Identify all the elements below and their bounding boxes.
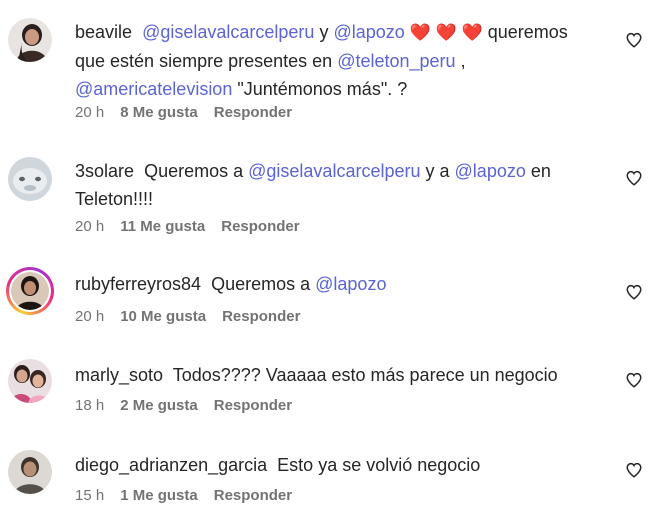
mention-link[interactable]: @giselavalcarcelperu <box>248 161 420 181</box>
comment-body: , <box>460 51 466 71</box>
comment-time[interactable]: 20 h <box>75 104 104 121</box>
mention-link[interactable]: @giselavalcarcelperu <box>142 22 314 42</box>
reply-button[interactable]: Responder <box>214 487 292 504</box>
mention-link[interactable]: @lapozo <box>315 274 386 294</box>
mention-link[interactable]: @lapozo <box>455 161 526 181</box>
comment-text: marly_soto Todos???? Vaaaaa esto más par… <box>75 361 595 389</box>
comment-body: Queremos a <box>211 274 311 294</box>
comment-item: marly_soto Todos???? Vaaaaa esto más par… <box>0 355 650 430</box>
avatar-image <box>8 157 52 201</box>
reply-button[interactable]: Responder <box>214 397 292 414</box>
avatar-image <box>11 272 49 310</box>
mention-link[interactable]: @americatelevision <box>75 79 232 99</box>
comment-body: "Juntémonos más". ? <box>237 79 408 99</box>
comment-body: Esto ya se volvió negocio <box>277 455 481 475</box>
heart-outline-icon[interactable] <box>625 371 643 389</box>
mention-link[interactable]: @lapozo <box>333 22 404 42</box>
comment-item: beavile @giselavalcarcelperu y @lapozo ❤… <box>0 0 650 130</box>
comment-text: diego_adrianzen_garcia Esto ya se volvió… <box>75 451 595 479</box>
avatar[interactable] <box>8 359 52 403</box>
comment-time[interactable]: 20 h <box>75 308 104 325</box>
comment-item: diego_adrianzen_garcia Esto ya se volvió… <box>0 445 650 515</box>
like-count[interactable]: 8 Me gusta <box>120 104 198 121</box>
comment-item: rubyferreyros84 Queremos a @lapozo 20 h … <box>0 265 650 340</box>
comment-username[interactable]: diego_adrianzen_garcia <box>75 455 267 475</box>
like-count[interactable]: 2 Me gusta <box>120 397 198 414</box>
heart-outline-icon[interactable] <box>625 283 643 301</box>
reply-button[interactable]: Responder <box>214 104 292 121</box>
comment-time[interactable]: 18 h <box>75 397 104 414</box>
avatar[interactable] <box>8 157 52 201</box>
mention-link[interactable]: @teleton_peru <box>337 51 455 71</box>
reply-button[interactable]: Responder <box>222 308 300 325</box>
story-ring <box>9 270 51 312</box>
avatar[interactable] <box>6 267 54 315</box>
comment-username[interactable]: marly_soto <box>75 365 163 385</box>
avatar-image <box>8 359 52 403</box>
comment-time[interactable]: 15 h <box>75 487 104 504</box>
avatar[interactable] <box>8 18 52 62</box>
comment-meta: 20 h 10 Me gusta Responder <box>75 308 300 325</box>
comment-username[interactable]: rubyferreyros84 <box>75 274 201 294</box>
comment-time[interactable]: 20 h <box>75 218 104 235</box>
comment-username[interactable]: 3solare <box>75 161 134 181</box>
heart-outline-icon[interactable] <box>625 169 643 187</box>
avatar-image <box>8 450 52 494</box>
like-count[interactable]: 10 Me gusta <box>120 308 206 325</box>
comment-username[interactable]: beavile <box>75 22 132 42</box>
comment-meta: 20 h 8 Me gusta Responder <box>75 104 292 121</box>
avatar[interactable] <box>8 450 52 494</box>
comment-item: 3solare Queremos a @giselavalcarcelperu … <box>0 150 650 250</box>
comment-body: y a <box>425 161 450 181</box>
comment-text: beavile @giselavalcarcelperu y @lapozo ❤… <box>75 18 595 103</box>
heart-outline-icon[interactable] <box>625 31 643 49</box>
heart-emoji-icon: ❤️ ❤️ ❤️ <box>409 23 483 42</box>
comment-meta: 18 h 2 Me gusta Responder <box>75 397 292 414</box>
avatar-image <box>8 18 52 62</box>
comment-body: y <box>319 22 329 42</box>
comment-meta: 20 h 11 Me gusta Responder <box>75 218 300 235</box>
comment-meta: 15 h 1 Me gusta Responder <box>75 487 292 504</box>
comment-text: 3solare Queremos a @giselavalcarcelperu … <box>75 157 595 213</box>
comment-body: Queremos a <box>144 161 244 181</box>
comment-body: Todos???? Vaaaaa esto más parece un nego… <box>172 365 558 385</box>
comment-text: rubyferreyros84 Queremos a @lapozo <box>75 270 595 298</box>
like-count[interactable]: 11 Me gusta <box>120 218 205 235</box>
reply-button[interactable]: Responder <box>221 218 299 235</box>
heart-outline-icon[interactable] <box>625 461 643 479</box>
like-count[interactable]: 1 Me gusta <box>120 487 198 504</box>
